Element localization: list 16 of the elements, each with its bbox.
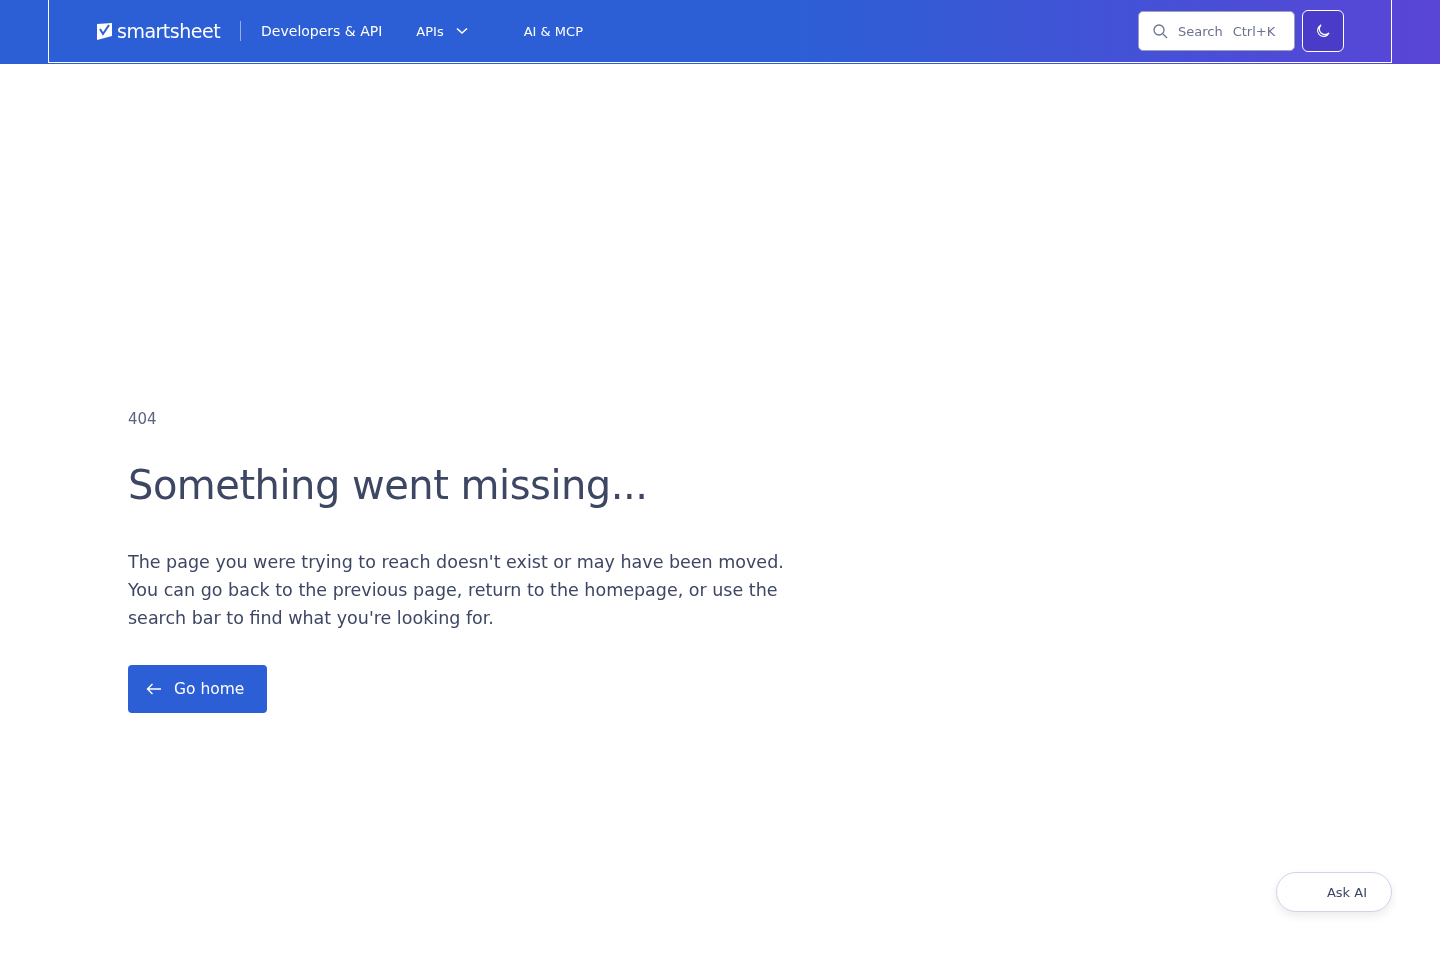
nav-link[interactable]: APIs bbox=[416, 23, 468, 39]
logo-icon bbox=[97, 22, 112, 40]
theme-toggle-button[interactable] bbox=[1302, 10, 1344, 52]
search-field[interactable]: Search Ctrl+K bbox=[1138, 11, 1295, 51]
go-home-button[interactable]: Go home bbox=[128, 665, 268, 713]
ask-ai-button[interactable]: Ask AI bbox=[1276, 872, 1392, 912]
section-link[interactable]: Developers & API bbox=[261, 23, 383, 39]
logo-text[interactable]: smartsheet bbox=[117, 20, 221, 42]
chevron-icon bbox=[455, 27, 468, 35]
nav-link[interactable]: AI & MCP bbox=[523, 23, 583, 39]
arrow-left-icon bbox=[146, 683, 162, 695]
error-code: 404 bbox=[128, 410, 158, 428]
error-message: The page you were trying to reach doesn't exist or may have been moved. You can go back to the previous page, return to the homepage, or use the search bar to find what you're looking for. bbox=[128, 551, 785, 630]
error-title: Something went missing... bbox=[128, 462, 649, 508]
moon-icon bbox=[1316, 24, 1330, 38]
search-icon bbox=[1153, 23, 1168, 39]
